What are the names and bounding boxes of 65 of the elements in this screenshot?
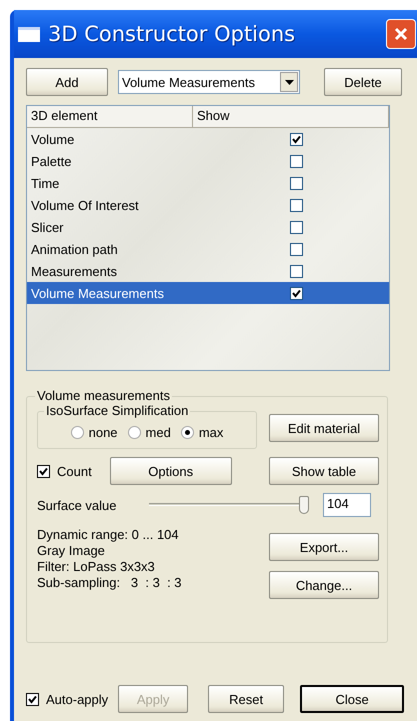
show-checkbox[interactable] <box>290 154 303 168</box>
group-title: IsoSurface Simplification <box>44 403 190 418</box>
radio-button[interactable] <box>70 426 84 438</box>
element-name: Volume Measurements <box>30 286 165 300</box>
element-name: Volume <box>30 132 76 146</box>
slider-track[interactable] <box>149 495 309 515</box>
column-header[interactable]: Show <box>193 106 389 127</box>
add-button[interactable]: Add <box>26 68 108 96</box>
radio-label: none <box>88 424 118 440</box>
show-checkbox[interactable] <box>290 198 303 212</box>
check-icon <box>291 288 302 298</box>
show-checkbox[interactable] <box>290 242 303 256</box>
check-icon <box>38 466 49 476</box>
list-row[interactable]: Time <box>27 172 389 194</box>
check-icon <box>27 694 38 704</box>
checkbox-label: Auto-apply <box>46 692 108 706</box>
radio-label: med <box>146 424 171 440</box>
edit-material-button[interactable]: Edit material <box>269 414 379 442</box>
show-checkbox[interactable] <box>290 176 303 190</box>
window-icon <box>18 26 40 42</box>
list-row[interactable]: Palette <box>27 150 389 172</box>
close-icon <box>393 26 409 42</box>
element-dropdown[interactable]: Volume Measurements <box>118 70 300 94</box>
list-row[interactable]: Measurements <box>27 260 389 282</box>
list-row[interactable]: Slicer <box>27 216 389 238</box>
element-name: Time <box>30 176 60 190</box>
options-button[interactable]: Options <box>110 457 232 485</box>
show-table-button[interactable]: Show table <box>269 457 379 485</box>
column-header[interactable]: 3D element <box>27 106 193 127</box>
info-text: Filter: LoPass 3x3x3 <box>37 559 156 575</box>
auto-apply-checkbox[interactable] <box>26 692 39 706</box>
count-checkbox[interactable] <box>37 464 50 478</box>
window-title: 3D Constructor Options <box>48 22 296 46</box>
reset-button[interactable]: Reset <box>208 685 284 713</box>
element-name: Palette <box>30 154 72 168</box>
radio-label: max <box>198 424 224 440</box>
info-text: Gray Image <box>37 543 106 559</box>
list-row[interactable]: Volume <box>27 128 389 150</box>
close-dialog-button[interactable]: Close <box>300 685 404 713</box>
element-name: Measurements <box>30 264 118 278</box>
slider-thumb[interactable] <box>299 496 309 514</box>
change-button[interactable]: Change... <box>269 571 379 599</box>
list-row[interactable]: Volume Measurements <box>27 282 389 304</box>
show-checkbox[interactable] <box>290 132 303 146</box>
list-row[interactable]: Animation path <box>27 238 389 260</box>
dropdown-value: Volume Measurements <box>122 74 255 90</box>
show-checkbox[interactable] <box>290 264 303 278</box>
export-button[interactable]: Export... <box>269 533 379 561</box>
group-title: Volume measurements <box>35 388 172 403</box>
info-text: Dynamic range: 0 ... 104 <box>37 527 180 543</box>
slider-label: Surface value <box>37 498 118 512</box>
delete-button[interactable]: Delete <box>324 68 402 96</box>
value-field[interactable]: 104 <box>323 493 371 517</box>
close-button[interactable] <box>386 19 416 49</box>
show-checkbox[interactable] <box>290 220 303 234</box>
checkbox-label: Count <box>57 464 92 478</box>
info-text: Sub-sampling: 3 : 3 : 3 <box>37 575 183 591</box>
check-icon <box>291 134 302 144</box>
radio-button[interactable] <box>180 426 194 438</box>
element-name: Slicer <box>30 220 65 234</box>
radio-button[interactable] <box>128 426 141 438</box>
element-name: Volume Of Interest <box>30 198 140 212</box>
show-checkbox[interactable] <box>290 286 303 300</box>
element-name: Animation path <box>30 242 119 256</box>
list-row[interactable]: Volume Of Interest <box>27 194 389 216</box>
